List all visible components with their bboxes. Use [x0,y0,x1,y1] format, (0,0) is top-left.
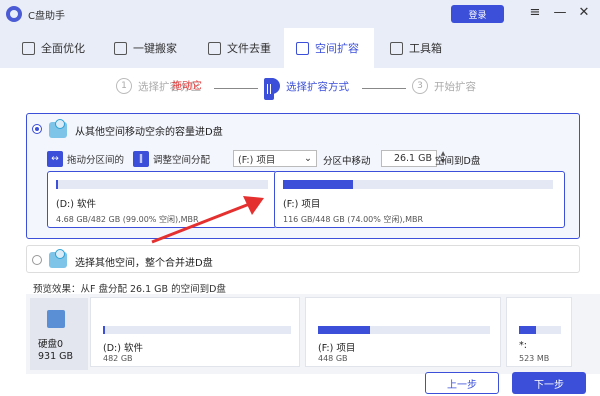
option-merge-space-radio[interactable] [32,255,42,265]
app-logo-icon [6,6,22,22]
partition-select[interactable]: (F:) 项目 ⌄ [233,150,317,167]
file-icon [208,41,221,55]
preview-d-label: (D:) 软件 [103,343,143,354]
handle-icon: ‖ [133,151,149,167]
drag-hint-arrow [151,196,264,244]
preview-unallocated-usage-bar [519,326,561,334]
option-move-space-radio[interactable] [32,124,42,134]
drag-arrows-icon: ↔ [47,151,63,167]
preview-partition-d: (D:) 软件 482 GB [90,297,300,367]
truck-icon [114,41,127,55]
hard-disk-icon [47,310,65,328]
title-bar: C盘助手 [0,0,600,28]
step-number: 3 [412,78,428,94]
preview-unallocated-label: *: [519,340,527,351]
option-merge-space-card[interactable]: 选择其他空间，整个合并进D盘 [26,245,580,273]
partition-d-usage-fill [56,180,59,189]
preview-f-usage-bar [318,326,490,334]
tab-label: 空间扩容 [315,42,359,55]
step-2: 2 选择扩容方式 [264,78,349,94]
disk-move-icon [49,119,67,138]
step-indicator: 1 选择扩容分区 2 选择扩容方式 3 开始扩容 [0,76,600,98]
step-divider [362,88,406,89]
preview-d-usage-bar [103,326,291,334]
tab-expand[interactable]: 空间扩容 [284,28,374,68]
drag-instruction: ↔ 拖动分区间的 [47,150,124,168]
preview-partition-f: (F:) 项目 448 GB [305,297,501,367]
expand-icon [296,41,309,55]
partition-resize-handle[interactable] [264,78,274,100]
drag-hint-label: 拖动它 [172,81,202,92]
option-merge-space-label: 选择其他空间，整个合并进D盘 [75,258,213,269]
option-move-space-label: 从其他空间移动空余的容量进D盘 [75,127,223,138]
amount-value: 26.1 GB [393,153,432,164]
drag-instruction-label: 拖动分区间的 [67,155,125,166]
tab-label: 工具箱 [409,42,442,55]
toolbox-icon [390,41,403,55]
tab-optimize[interactable]: 全面优化 [12,28,100,68]
step-label: 选择扩容方式 [286,80,349,93]
tab-label: 全面优化 [41,42,85,55]
partition-select-value: (F:) 项目 [238,154,276,166]
tab-migrate[interactable]: 一键搬家 [104,28,196,68]
close-icon[interactable]: ✕ [575,4,593,22]
step-label: 开始扩容 [434,80,476,93]
disk-name: 硬盘0 [38,339,64,350]
optimize-icon [22,41,35,55]
tab-label: 文件去重 [227,42,271,55]
preview-f-usage-fill [318,326,370,334]
tab-bar: 全面优化 一键搬家 文件去重 空间扩容 工具箱 [0,28,600,68]
option-move-space-card[interactable]: 从其他空间移动空余的容量进D盘 ↔ 拖动分区间的 ‖ 调整空间分配 (F:) 项… [26,113,580,239]
amount-input[interactable]: 26.1 GB [381,150,437,167]
tab-dedupe[interactable]: 文件去重 [198,28,286,68]
preview-f-size: 448 GB [318,354,348,363]
to-d-label: 空间到D盘 [435,156,481,167]
login-button[interactable]: 登录 [451,5,504,23]
partition-f-panel[interactable]: (F:) 项目 116 GB/448 GB (74.00% 空闲),MBR [274,171,565,228]
step-3: 3 开始扩容 [412,78,476,94]
step-number: 1 [116,78,132,94]
partition-f-usage-fill [283,180,354,189]
partition-f-usage-bar [283,180,553,189]
minimize-icon[interactable]: — [551,4,569,22]
preview-unallocated-size: 523 MB [519,354,550,363]
preview-f-label: (F:) 项目 [318,343,356,354]
step-divider [214,88,258,89]
tab-toolbox[interactable]: 工具箱 [380,28,470,68]
disk-merge-icon [49,249,67,268]
next-button[interactable]: 下一步 [512,372,586,394]
partition-d-label: (D:) 软件 [56,199,96,210]
prev-button[interactable]: 上一步 [425,372,499,394]
preview-partition-unallocated: *: 523 MB [506,297,572,367]
preview-unallocated-usage-fill [519,326,536,334]
preview-area: 硬盘0 931 GB (D:) 软件 482 GB (F:) 项目 448 GB… [26,294,600,374]
preview-d-size: 482 GB [103,354,133,363]
partition-f-info: 116 GB/448 GB (74.00% 空闲),MBR [283,215,424,224]
preview-d-usage-fill [103,326,105,334]
adjust-instruction: ‖ 调整空间分配 [133,150,210,168]
disk-card: 硬盘0 931 GB [30,298,88,370]
move-label: 分区中移动 [323,156,371,167]
preview-label: 预览效果：从F 盘分配 26.1 GB 的空间到D盘 [33,284,226,295]
partition-f-label: (F:) 项目 [283,199,321,210]
tab-label: 一键搬家 [133,42,177,55]
app-title: C盘助手 [28,10,65,22]
menu-icon[interactable]: ≡ [526,4,544,22]
disk-size: 931 GB [38,351,74,362]
chevron-down-icon: ⌄ [304,153,312,164]
adjust-instruction-label: 调整空间分配 [153,155,211,166]
